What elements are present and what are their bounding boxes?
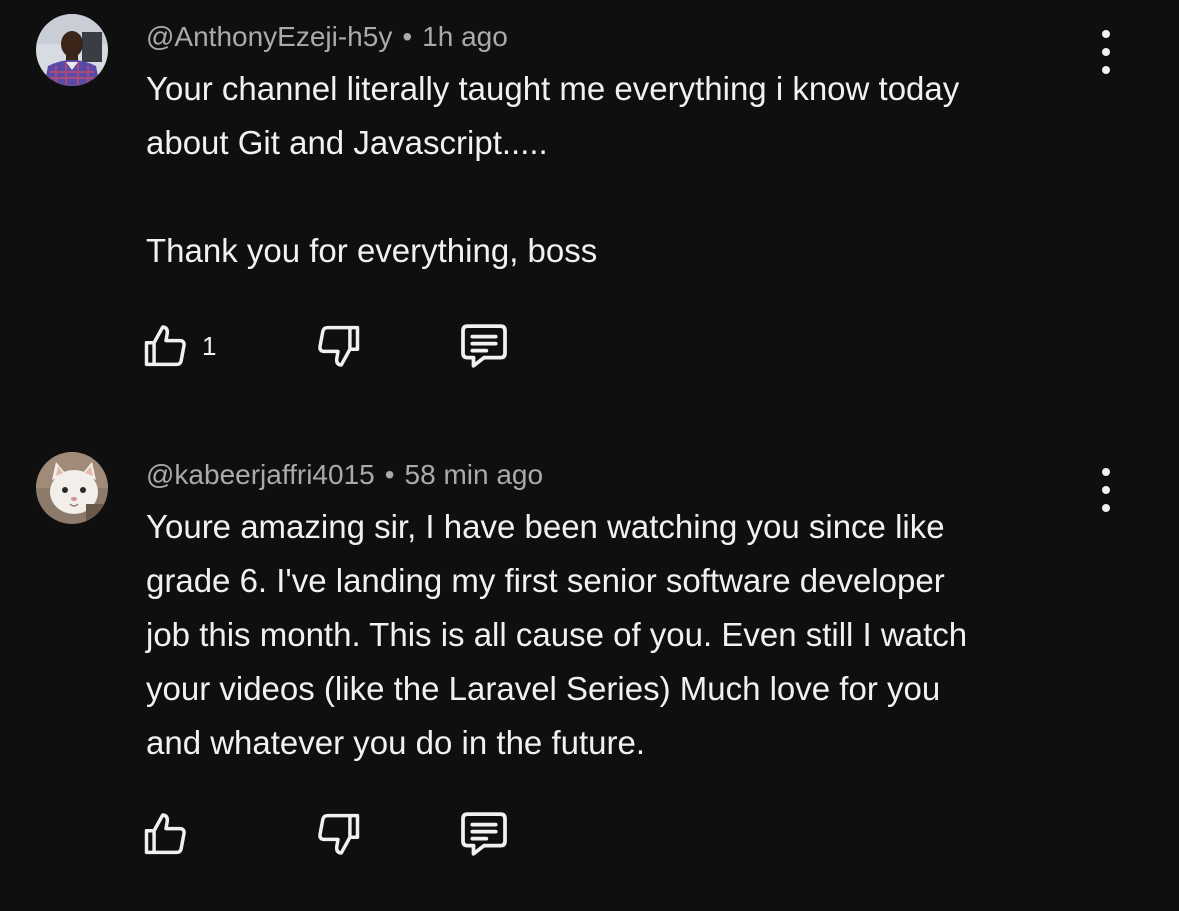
like-button[interactable]: 1 <box>140 318 216 374</box>
dislike-button[interactable] <box>312 806 364 862</box>
like-icon <box>144 325 186 367</box>
comment-author[interactable]: @AnthonyEzeji-h5y <box>146 21 392 52</box>
comment-text: Youre amazing sir, I have been watching … <box>146 508 968 761</box>
avatar[interactable] <box>36 452 108 524</box>
dislike-icon <box>318 813 360 855</box>
comment-actions <box>140 806 540 862</box>
reply-button[interactable] <box>456 806 512 862</box>
more-dot <box>1102 486 1110 494</box>
more-dot <box>1102 48 1110 56</box>
like-icon <box>144 813 186 855</box>
comment-text: Your channel literally taught me everyth… <box>146 70 960 269</box>
dislike-icon <box>318 325 360 367</box>
more-dot <box>1102 30 1110 38</box>
like-button[interactable] <box>140 806 202 862</box>
reply-icon <box>461 324 507 368</box>
comment-time: 1h ago <box>422 21 508 52</box>
more-dot <box>1102 468 1110 476</box>
comment-meta: @kabeerjaffri4015 • 58 min ago <box>146 458 543 492</box>
like-count: 1 <box>202 330 217 361</box>
reply-icon <box>461 812 507 856</box>
comments-page: @AnthonyEzeji-h5y • 1h ago Your channel li… <box>0 0 1179 911</box>
person-photo-icon <box>36 14 108 86</box>
reply-button[interactable] <box>456 318 512 374</box>
meta-separator: • <box>384 459 395 490</box>
dislike-button[interactable] <box>312 318 364 374</box>
comment-time: 58 min ago <box>404 459 544 490</box>
comment-meta: @AnthonyEzeji-h5y • 1h ago <box>146 20 508 54</box>
meta-separator: • <box>402 21 413 52</box>
comment-author[interactable]: @kabeerjaffri4015 <box>146 459 375 490</box>
comment-actions: 1 <box>140 318 540 374</box>
cat-photo-icon <box>36 452 108 524</box>
avatar[interactable] <box>36 14 108 86</box>
